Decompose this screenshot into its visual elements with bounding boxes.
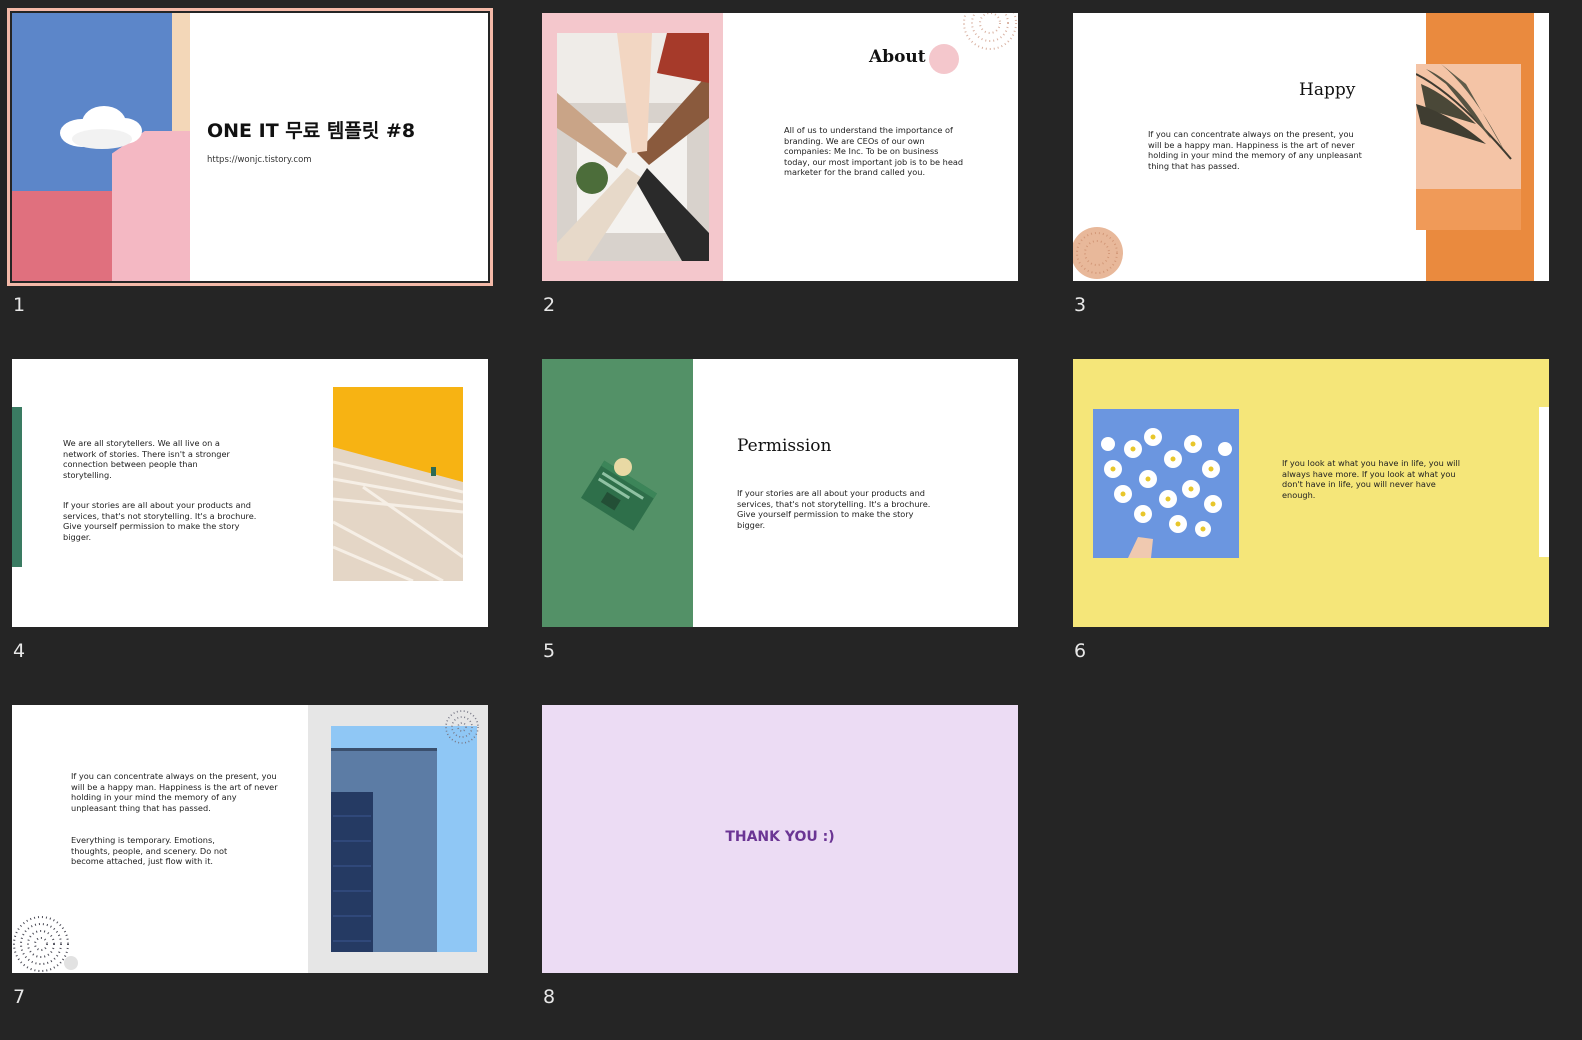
cloud-image — [60, 106, 142, 149]
slide-5-text: If your stories are all about your produ… — [737, 488, 931, 530]
slide-5-title: Permission — [737, 436, 832, 456]
green-accent-bar — [12, 407, 22, 567]
palm-leaf-image — [1416, 64, 1521, 230]
palm-leaf-photo — [1416, 64, 1521, 230]
slide-4-text-1: We are all storytellers. We all live on … — [63, 438, 230, 480]
daisies-photo — [1093, 409, 1239, 558]
slide-number-3: 3 — [1074, 294, 1087, 316]
green-panel — [542, 359, 693, 627]
thank-you-text: THANK YOU :) — [725, 829, 835, 845]
dotted-circle-decoration — [1073, 227, 1123, 279]
slide-8[interactable]: THANK YOU :) — [542, 705, 1018, 973]
daisies-image — [1093, 409, 1239, 558]
slide-2[interactable]: About All of us to understand the import… — [542, 13, 1018, 281]
slide-number-2: 2 — [543, 294, 556, 316]
slide-4-text-2: If your stories are all about your produ… — [63, 500, 257, 542]
slide-1-title: ONE IT 무료 템플릿 #8 — [207, 120, 416, 142]
slide-7-text-1: If you can concentrate always on the pre… — [71, 771, 278, 813]
slide-number-4: 4 — [13, 640, 26, 662]
slide-4[interactable]: We are all storytellers. We all live on … — [12, 359, 488, 627]
team-hands-photo — [557, 33, 709, 261]
slide-3-text: If you can concentrate always on the pre… — [1148, 129, 1362, 171]
slide-6-text: If you look at what you have in life, yo… — [1282, 458, 1460, 500]
beige-beam — [172, 13, 190, 131]
slide-number-7: 7 — [13, 986, 26, 1008]
building-photo — [331, 726, 477, 952]
slide-2-title: About — [869, 47, 926, 67]
building-image — [331, 726, 477, 952]
slide-7[interactable]: If you can concentrate always on the pre… — [12, 705, 488, 973]
dotted-circle-decoration — [13, 916, 69, 972]
stairs-photo — [333, 387, 463, 581]
book-image — [580, 458, 657, 531]
slide-3[interactable]: Happy If you can concentrate always on t… — [1073, 13, 1549, 281]
slide-3-title: Happy — [1299, 80, 1356, 100]
slide-5[interactable]: Permission If your stories are all about… — [542, 359, 1018, 627]
slide-number-1: 1 — [13, 294, 26, 316]
gray-dot — [64, 956, 78, 970]
pink-dot — [929, 44, 959, 74]
slide-7-text-2: Everything is temporary. Emotions, thoug… — [71, 835, 228, 867]
team-hands-image — [557, 33, 709, 261]
slide-number-8: 8 — [543, 986, 556, 1008]
stairs-image — [333, 387, 463, 581]
dotted-circle-decoration — [963, 13, 1017, 50]
white-edge-strip — [1539, 407, 1549, 557]
slide-number-5: 5 — [543, 640, 556, 662]
slide-number-6: 6 — [1074, 640, 1087, 662]
slide-6[interactable]: If you look at what you have in life, yo… — [1073, 359, 1549, 627]
slide-1[interactable]: ONE IT 무료 템플릿 #8 https://wonjc.tistory.c… — [7, 8, 493, 286]
dotted-circle-decoration — [445, 710, 479, 744]
slide-1-url: https://wonjc.tistory.com — [207, 155, 312, 165]
slide-2-text: All of us to understand the importance o… — [784, 125, 964, 178]
